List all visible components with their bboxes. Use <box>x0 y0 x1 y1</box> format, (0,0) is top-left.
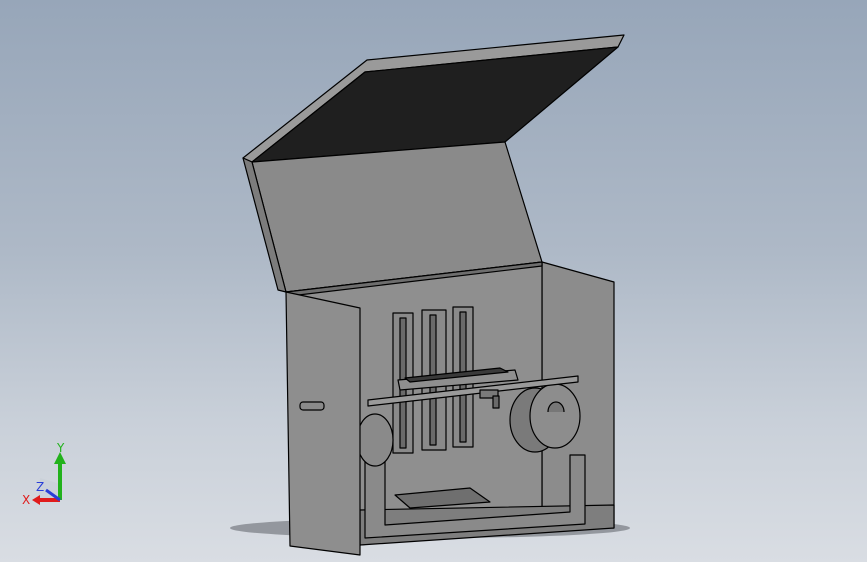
triad-z-label: Z <box>36 480 44 494</box>
right-wheel-face <box>529 383 581 449</box>
3d-model-box-assembly[interactable] <box>0 0 867 562</box>
x-axis-arrow <box>32 495 40 505</box>
triad-x-label: X <box>22 493 30 507</box>
carriage-pin <box>492 395 500 409</box>
triad-y-label: Y <box>56 441 65 455</box>
graphics-viewport[interactable]: Y X Z <box>0 0 867 562</box>
left-wheel <box>356 413 394 467</box>
reference-triad: Y X Z <box>22 441 66 507</box>
side-handle-pin <box>299 401 325 411</box>
box-front-wall <box>285 291 361 556</box>
